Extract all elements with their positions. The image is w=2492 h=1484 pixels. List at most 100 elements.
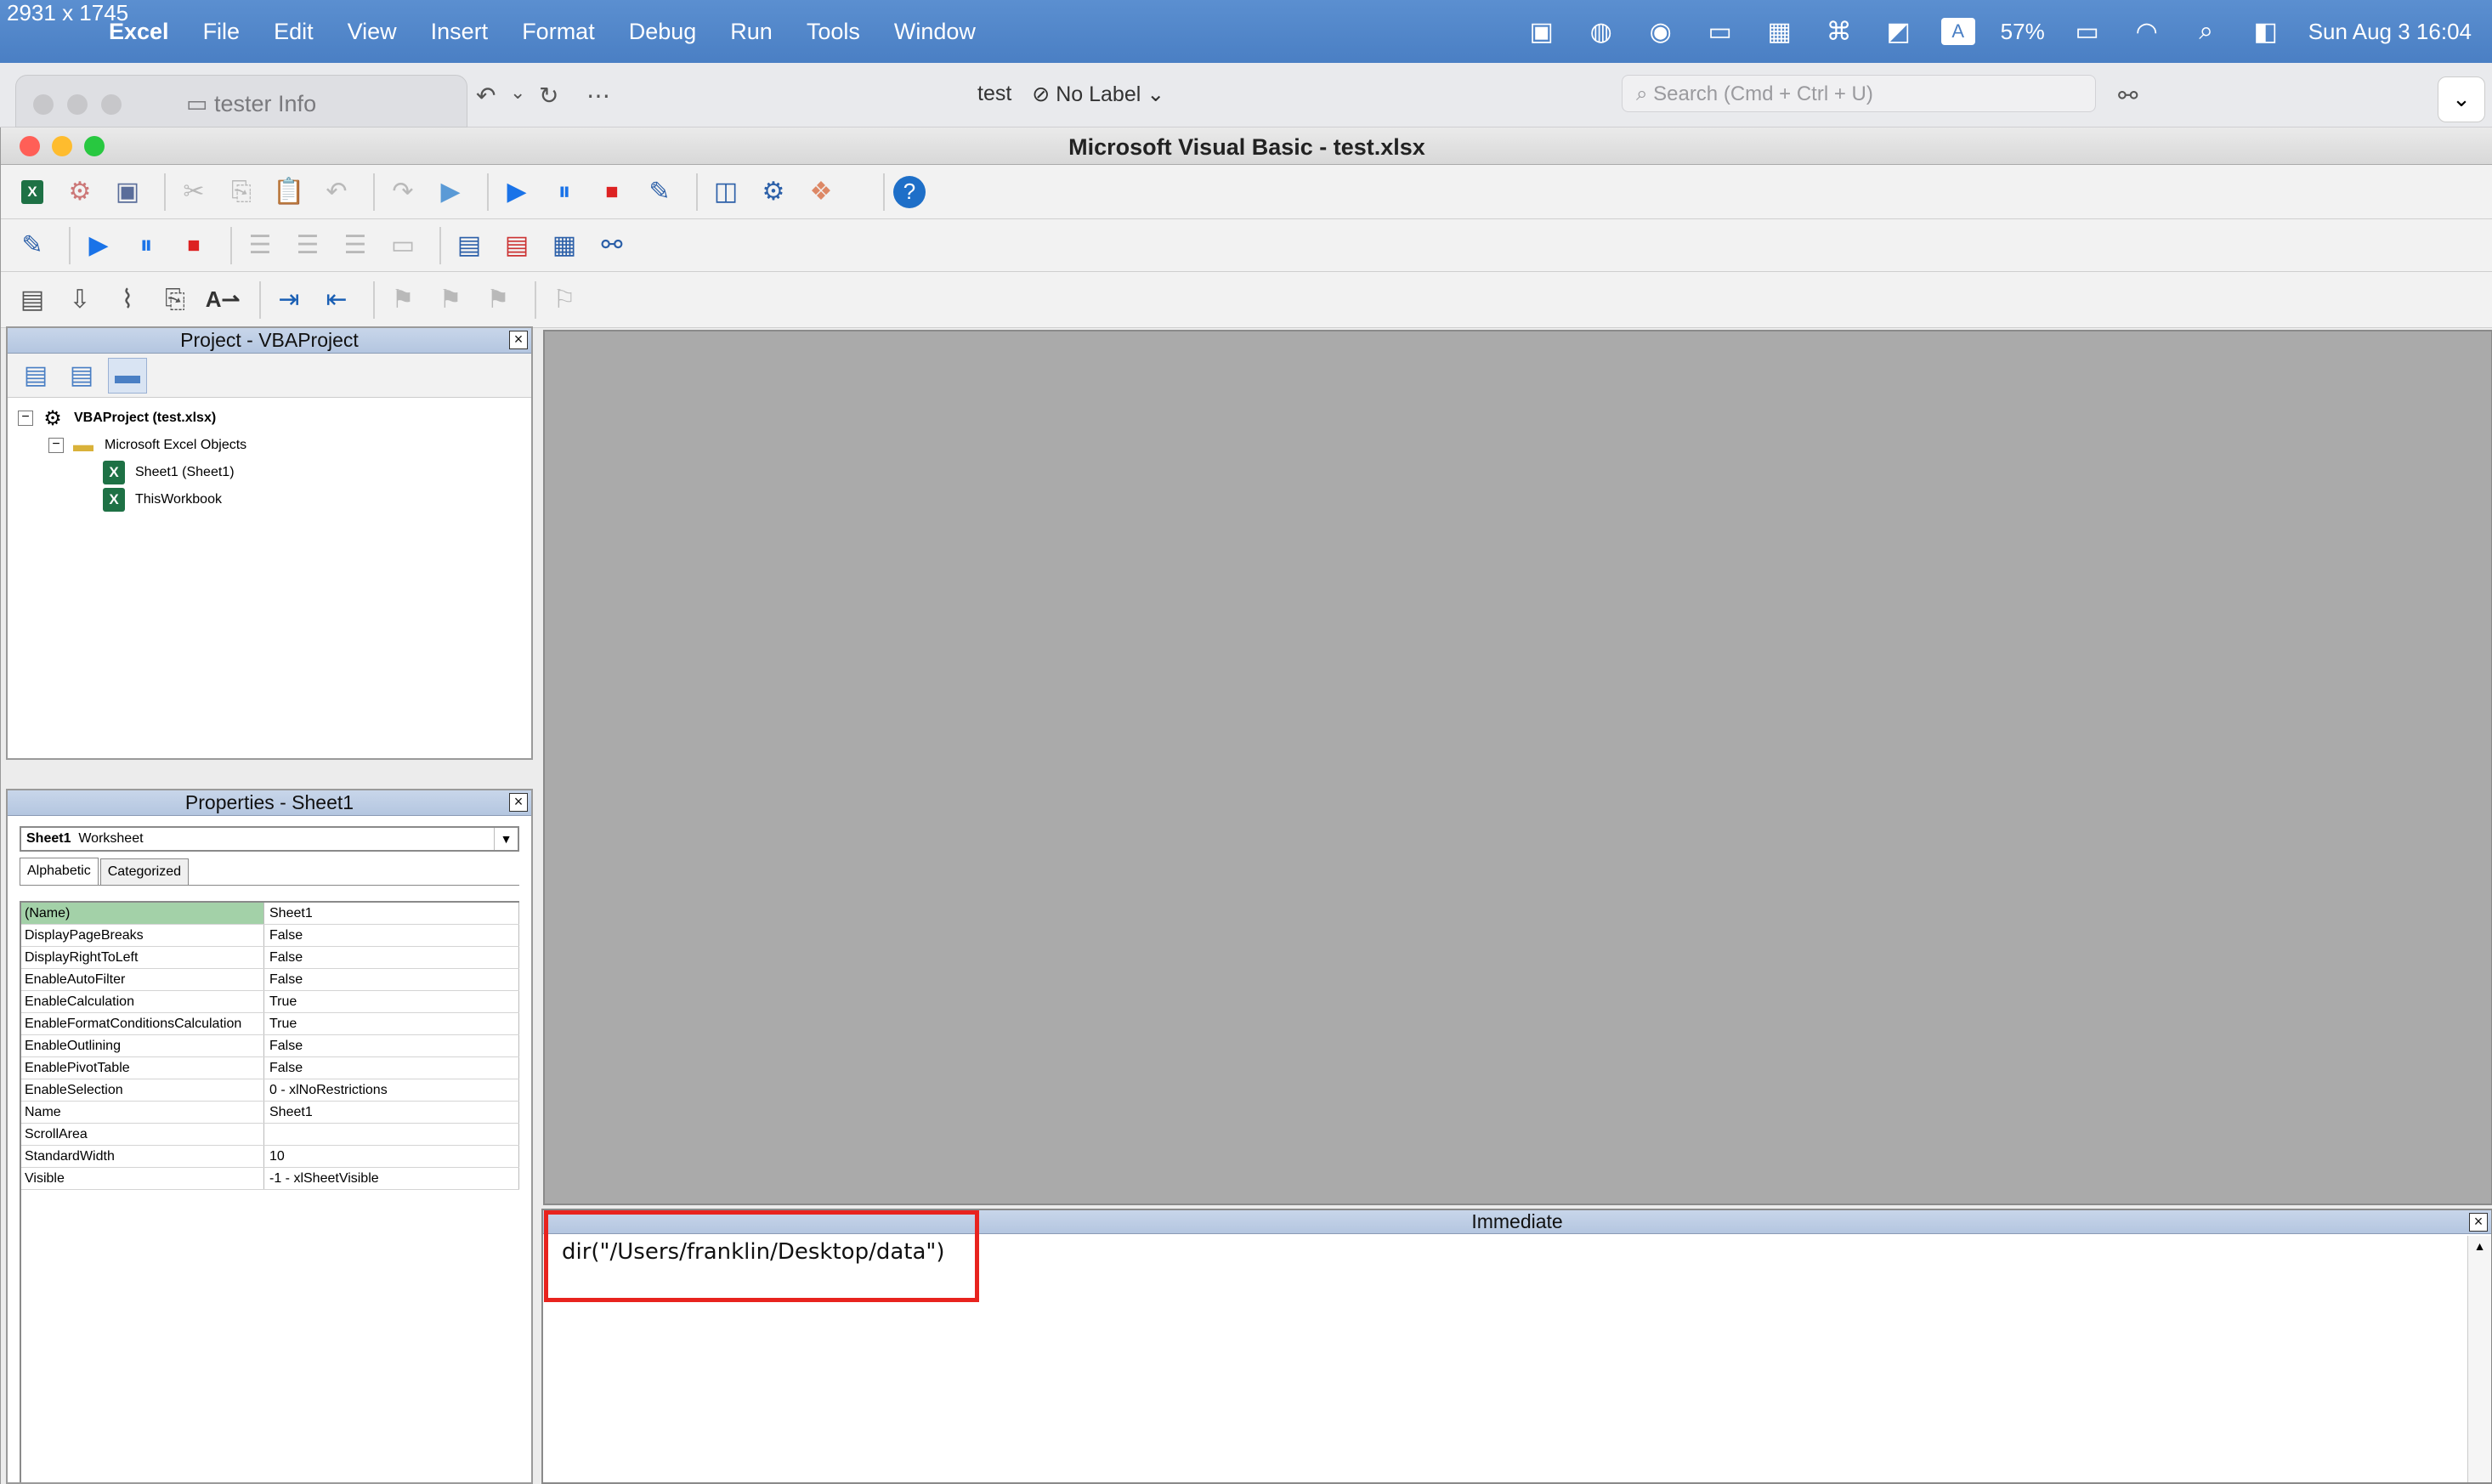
tree-node-sheet1[interactable]: X Sheet1 (Sheet1) [18,459,521,486]
design-mode-icon[interactable]: ✎ [640,173,679,212]
property-row[interactable]: EnableFormatConditionsCalculation True [21,1013,519,1035]
reset-icon[interactable]: ⏹ [174,226,213,265]
immediate-window-icon[interactable]: ▤ [497,226,536,265]
object-browser-icon[interactable]: ❖ [801,173,841,212]
network-icon[interactable]: ⌘ [1822,14,1856,48]
toggle-bookmark-icon[interactable]: ⚑ [383,280,422,320]
property-row[interactable]: Name Sheet1 [21,1102,519,1124]
run-icon[interactable]: ▶ [79,226,118,265]
close-icon[interactable]: × [509,793,528,812]
property-value[interactable]: False [264,925,519,946]
cut-icon[interactable]: ✂ [174,173,213,212]
search-icon[interactable]: ⌕ [2189,14,2223,48]
record-icon[interactable]: ◉ [1644,14,1678,48]
refresh-icon[interactable]: ↻ [539,82,558,110]
property-row[interactable]: ScrollArea [21,1124,519,1146]
view-object-icon[interactable]: ▤ [62,358,101,394]
step-out-icon[interactable]: ▭ [383,226,422,265]
run-sub-icon[interactable]: ▶ [431,173,470,212]
property-value[interactable]: False [264,947,519,968]
property-row[interactable]: EnableCalculation True [21,991,519,1013]
search-input[interactable]: ⌕ Search (Cmd + Ctrl + U) [1622,75,2096,112]
property-value[interactable]: Sheet1 [264,903,519,924]
next-bookmark-icon[interactable]: ⚑ [431,280,470,320]
toggle-folders-icon[interactable]: ▬ [108,357,147,394]
menu-edit[interactable]: Edit [257,19,331,45]
property-row[interactable]: DisplayPageBreaks False [21,925,519,947]
run-icon[interactable]: ▶ [497,173,536,212]
expand-chevron-icon[interactable]: ⌄ [2438,76,2485,122]
menu-format[interactable]: Format [505,19,612,45]
sensitivity-label[interactable]: ⊘ No Label ⌄ [1032,82,1164,107]
project-explorer-icon[interactable]: ◫ [706,173,745,212]
input-source-icon[interactable]: A [1940,18,1975,45]
code-window-area[interactable] [543,330,2492,1205]
menu-debug[interactable]: Debug [612,19,714,45]
properties-window-icon[interactable]: ⚙ [754,173,793,212]
redo-icon[interactable]: ↷ [383,173,422,212]
property-value[interactable]: 0 - xlNoRestrictions [264,1079,519,1101]
battery-icon[interactable]: ▭ [2070,14,2104,48]
menu-run[interactable]: Run [713,19,790,45]
property-value[interactable]: True [264,1013,519,1034]
property-row[interactable]: DisplayRightToLeft False [21,947,519,969]
immediate-input[interactable]: dir("/Users/franklin/Desktop/data") [562,1239,945,1265]
property-value[interactable]: -1 - xlSheetVisible [264,1168,519,1189]
break-icon[interactable]: ⏸ [545,173,584,212]
stage-icon[interactable]: ◩ [1882,14,1916,48]
menu-app-excel[interactable]: Excel [92,19,186,45]
break-icon[interactable]: ⏸ [127,226,166,265]
view-code-icon[interactable]: ▤ [16,358,55,394]
tree-node-excel-objects[interactable]: − ▬ Microsoft Excel Objects [18,432,521,459]
property-value[interactable]: False [264,969,519,990]
insert-module-icon[interactable]: ⚙ [60,173,99,212]
quick-watch-icon[interactable]: ⚯ [592,226,631,265]
property-row[interactable]: EnableOutlining False [21,1035,519,1057]
paste-icon[interactable]: 📋 [269,173,309,212]
undo-icon[interactable]: ↶ [476,82,496,110]
collapse-icon[interactable]: − [18,411,33,426]
close-icon[interactable]: × [2469,1213,2488,1232]
excel-window-tab[interactable]: ▭ tester Info [15,75,467,127]
globe-icon[interactable]: ◍ [1584,14,1618,48]
more-icon[interactable]: ⋯ [586,82,610,110]
property-row[interactable]: EnableSelection 0 - xlNoRestrictions [21,1079,519,1102]
video-icon[interactable]: ▭ [1703,14,1737,48]
property-row[interactable]: Visible -1 - xlSheetVisible [21,1168,519,1190]
menu-insert[interactable]: Insert [414,19,506,45]
quick-info-icon[interactable]: ⌇ [108,280,147,320]
reset-icon[interactable]: ⏹ [592,173,631,212]
property-row[interactable]: StandardWidth 10 [21,1146,519,1168]
property-value[interactable]: Sheet1 [264,1102,519,1123]
parameter-info-icon[interactable]: ⎘ [156,280,195,320]
outdent-icon[interactable]: ⇤ [317,280,356,320]
step-into-icon[interactable]: ☰ [288,226,327,265]
view-excel-icon[interactable]: X [13,173,52,212]
complete-word-icon[interactable]: A⇀ [203,280,242,320]
tree-node-project[interactable]: − ⚙ VBAProject (test.xlsx) [18,405,521,432]
help-icon[interactable]: ? [893,175,926,208]
property-value[interactable]: 10 [264,1146,519,1167]
menu-tools[interactable]: Tools [790,19,877,45]
control-center-icon[interactable]: ◧ [2249,14,2283,48]
property-value[interactable] [264,1124,519,1145]
property-row[interactable]: EnableAutoFilter False [21,969,519,991]
indent-icon[interactable]: ⇥ [269,280,309,320]
scroll-up-icon[interactable]: ▲ [2468,1236,2491,1256]
clear-bookmarks-icon[interactable]: ⚐ [545,280,584,320]
tree-node-thisworkbook[interactable]: X ThisWorkbook [18,486,521,513]
list-constants-icon[interactable]: ⇩ [60,280,99,320]
share-icon[interactable]: ⚯ [2118,82,2138,110]
grid-icon[interactable]: ▦ [1763,14,1797,48]
menu-view[interactable]: View [331,19,414,45]
locals-window-icon[interactable]: ▤ [450,226,489,265]
menu-file[interactable]: File [186,19,258,45]
property-row[interactable]: EnablePivotTable False [21,1057,519,1079]
chevron-down-icon[interactable]: ▼ [494,828,518,850]
clock[interactable]: Sun Aug 3 16:04 [2308,19,2472,45]
step-over-icon[interactable]: ☰ [336,226,375,265]
collapse-icon[interactable]: − [48,438,64,453]
save-icon[interactable]: ▣ [108,173,147,212]
object-selector[interactable]: Sheet1 Worksheet ▼ [20,826,519,852]
undo-icon[interactable]: ↶ [317,173,356,212]
